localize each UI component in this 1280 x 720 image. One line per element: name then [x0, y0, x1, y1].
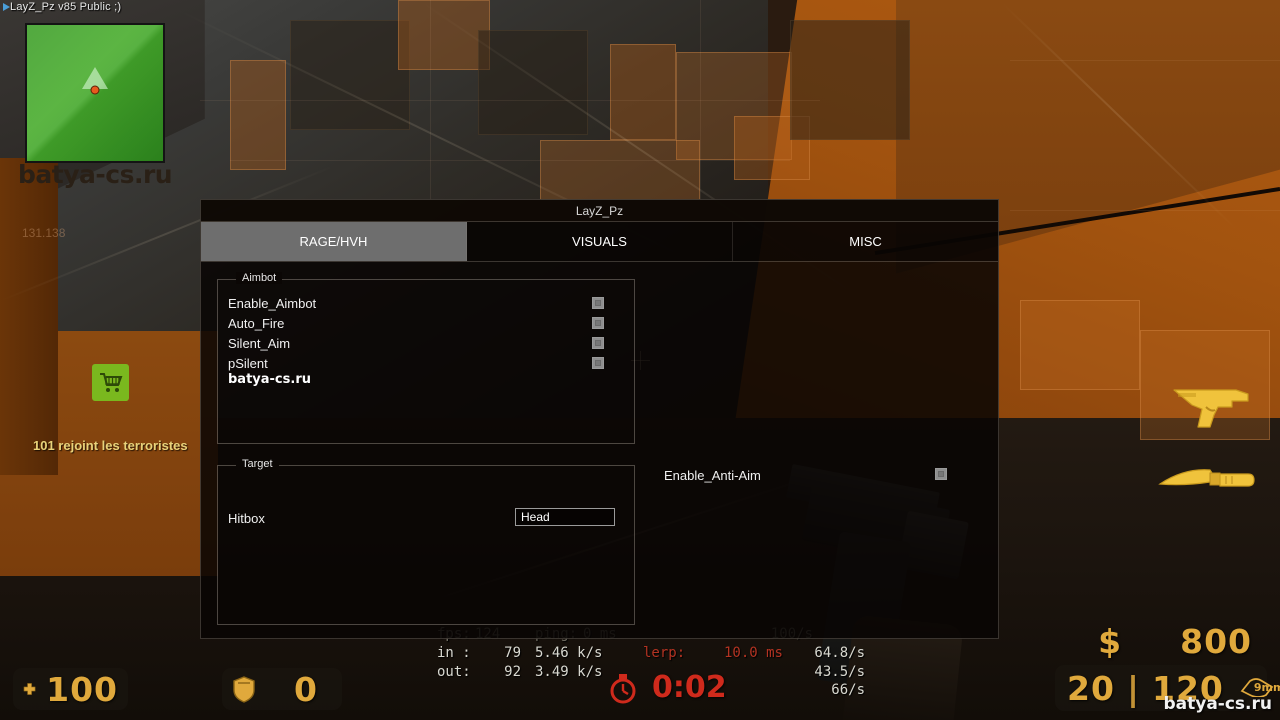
shopping-cart-icon — [99, 372, 122, 392]
aimbot-group-legend: Aimbot — [236, 272, 283, 284]
netgraph-row: out: 92 3.49 k/s 43.5/s — [437, 663, 865, 681]
hitbox-dropdown[interactable]: Head — [515, 508, 615, 526]
checkbox-enable-anti-aim[interactable] — [935, 468, 947, 480]
net-in-right: 64.8/s — [814, 645, 865, 662]
radar-watermark: batya-cs.ru — [18, 160, 173, 189]
ammo-type-label: 9mm — [1253, 681, 1280, 694]
target-group-legend: Target — [236, 458, 279, 470]
money-value: 800 — [1180, 622, 1252, 661]
checkbox-psilent[interactable] — [592, 357, 604, 369]
scene-crate — [398, 0, 490, 70]
tab-visuals[interactable]: VISUALS — [467, 222, 733, 261]
target-group: Target Hitbox Head — [217, 458, 635, 625]
chat-message: 101 rejoint les terroristes — [33, 438, 188, 453]
money-hud: $ 800 — [1098, 622, 1252, 661]
ammo-separator: | — [1126, 668, 1140, 708]
lerp-label: lerp: — [643, 645, 686, 662]
option-enable-anti-aim-label: Enable_Anti-Aim — [664, 468, 761, 483]
option-silent-aim-label: Silent_Aim — [228, 335, 291, 351]
pistol-icon — [1173, 389, 1249, 428]
net-out-label: out: — [437, 663, 471, 680]
tab-misc[interactable]: MISC — [733, 222, 998, 261]
lerp-value: 10.0 ms — [723, 645, 783, 662]
net-in-label: in : — [437, 645, 471, 662]
hitbox-label: Hitbox — [228, 511, 265, 526]
radar-minimap — [25, 23, 165, 163]
cheat-version-watermark: LayZ_Pz v85 Public ;) — [3, 1, 121, 13]
scene-crate — [230, 60, 286, 170]
cross-icon — [23, 683, 36, 695]
tab-rage-hvh-label: RAGE/HVH — [299, 234, 368, 249]
net-out-rate: 3.49 k/s — [535, 663, 603, 680]
buyzone-indicator — [92, 364, 129, 401]
shield-icon — [233, 675, 255, 703]
weapon-slot-pistol — [1170, 382, 1256, 432]
net-in-packets: 79 — [504, 645, 521, 662]
checkbox-silent-aim[interactable] — [592, 337, 604, 349]
scene-crate — [790, 20, 910, 140]
menu-tab-bar[interactable]: RAGE/HVH VISUALS MISC — [201, 222, 998, 262]
tab-visuals-label: VISUALS — [572, 234, 627, 249]
menu-title-text: LayZ_Pz — [575, 203, 624, 218]
option-psilent-label: pSilent — [228, 355, 268, 371]
checkbox-enable-aimbot[interactable] — [592, 297, 604, 309]
armor-value: 0 — [294, 669, 318, 709]
hitbox-dropdown-value: Head — [521, 510, 550, 524]
netgraph-row: in : 79 5.46 k/s lerp: 10.0 ms 64.8/s — [437, 644, 865, 662]
option-enable-aimbot-label: Enable_Aimbot — [228, 295, 317, 311]
scene-wall-number: 131.138 — [22, 226, 66, 240]
scene-crate — [610, 44, 676, 140]
option-psilent[interactable]: pSilent — [218, 353, 634, 373]
scene-crate — [478, 30, 588, 135]
menu-title-bar: LayZ_Pz — [201, 200, 998, 222]
option-enable-aimbot[interactable]: Enable_Aimbot — [218, 293, 634, 313]
net-out-right: 43.5/s — [814, 663, 865, 680]
option-silent-aim[interactable]: Silent_Aim — [218, 333, 634, 353]
armor-hud: 0 — [222, 668, 342, 710]
money-symbol: $ — [1098, 622, 1123, 661]
cheat-menu-window[interactable]: LayZ_Pz RAGE/HVH VISUALS MISC Aimbot Ena… — [200, 199, 999, 639]
aimbot-group: Aimbot Enable_Aimbot Auto_Fire Silent_Ai… — [217, 272, 635, 444]
option-enable-anti-aim[interactable]: Enable_Anti-Aim — [647, 465, 987, 487]
net-out-packets: 92 — [504, 663, 521, 680]
option-auto-fire[interactable]: Auto_Fire — [218, 313, 634, 333]
tab-misc-label: MISC — [849, 234, 882, 249]
scene-crate — [540, 140, 700, 200]
scene-left-pillar — [0, 158, 58, 476]
health-hud: 100 — [13, 668, 128, 710]
netgraph-row: 66/s — [437, 681, 865, 699]
cursor-arrow-icon — [3, 3, 10, 11]
menu-content: Aimbot Enable_Aimbot Auto_Fire Silent_Ai… — [201, 262, 998, 639]
aimbot-group-watermark: batya-cs.ru — [228, 372, 311, 387]
option-auto-fire-label: Auto_Fire — [228, 315, 285, 331]
site-watermark: batya-cs.ru — [1163, 694, 1272, 714]
knife-icon — [1158, 469, 1255, 487]
checkbox-auto-fire[interactable] — [592, 317, 604, 329]
net-bottom-right: 66/s — [831, 682, 865, 699]
ammo-clip: 20 — [1067, 668, 1115, 708]
weapon-slot-knife — [1158, 462, 1256, 500]
scene-crate — [1020, 300, 1140, 390]
radar-player-dot — [90, 85, 100, 95]
net-in-rate: 5.46 k/s — [535, 645, 603, 662]
tab-rage-hvh[interactable]: RAGE/HVH — [201, 222, 467, 261]
health-value: 100 — [46, 669, 118, 709]
